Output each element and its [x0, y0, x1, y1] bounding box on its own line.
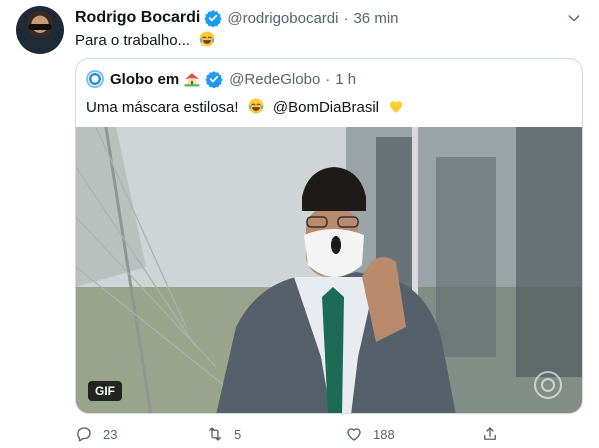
verified-badge-icon [204, 10, 223, 27]
media-scene [76, 127, 582, 413]
avatar[interactable] [16, 6, 64, 54]
quoted-author-name[interactable]: Globo em [110, 71, 179, 88]
separator-dot: · [325, 70, 331, 88]
face-with-tears-of-joy-icon [199, 31, 215, 47]
tweet-header: Rodrigo Bocardi @rodrigobocardi · 36 min [75, 8, 399, 28]
like-button[interactable]: 188 [345, 424, 395, 444]
tweet[interactable]: Rodrigo Bocardi @rodrigobocardi · 36 min… [0, 0, 599, 448]
quoted-author-handle[interactable]: @RedeGlobo [229, 71, 320, 88]
tweet-text: Para o trabalho... [75, 30, 216, 49]
heart-icon [347, 428, 361, 441]
quoted-time[interactable]: 1 h [335, 71, 356, 88]
retweet-button[interactable]: 5 [206, 424, 241, 444]
tweet-actions: 23 5 188 [75, 424, 583, 444]
author-handle[interactable]: @rodrigobocardi [227, 10, 338, 27]
quoted-tweet[interactable]: Globo em @RedeGlobo · 1 h Uma máscara es… [75, 58, 583, 414]
face-with-tears-of-joy-icon [248, 98, 264, 114]
retweet-icon [209, 427, 221, 441]
chevron-down-icon[interactable] [566, 10, 582, 26]
share-icon [484, 427, 496, 440]
quoted-header: Globo em @RedeGlobo · 1 h [86, 69, 356, 89]
mention-link[interactable]: @BomDiaBrasil [273, 99, 379, 116]
reply-icon [77, 427, 91, 442]
verified-badge-icon [205, 71, 223, 88]
globo-logo-avatar[interactable] [86, 70, 104, 88]
share-button[interactable] [481, 424, 509, 444]
reply-button[interactable]: 23 [75, 424, 117, 444]
retweet-count: 5 [234, 426, 242, 442]
gif-badge: GIF [88, 381, 122, 401]
tweet-body: Para o trabalho... [75, 32, 191, 49]
gif-media[interactable]: GIF [76, 127, 582, 413]
separator-dot: · [343, 9, 349, 27]
like-count: 188 [373, 426, 395, 442]
reply-count: 23 [103, 426, 118, 442]
quoted-text: Uma máscara estilosa! @BomDiaBrasil [86, 97, 405, 116]
quoted-body: Uma máscara estilosa! [86, 99, 239, 116]
author-name[interactable]: Rodrigo Bocardi [75, 9, 200, 27]
tweet-time[interactable]: 36 min [353, 10, 398, 27]
house-with-garden-icon [184, 73, 200, 87]
yellow-heart-icon [390, 101, 403, 113]
